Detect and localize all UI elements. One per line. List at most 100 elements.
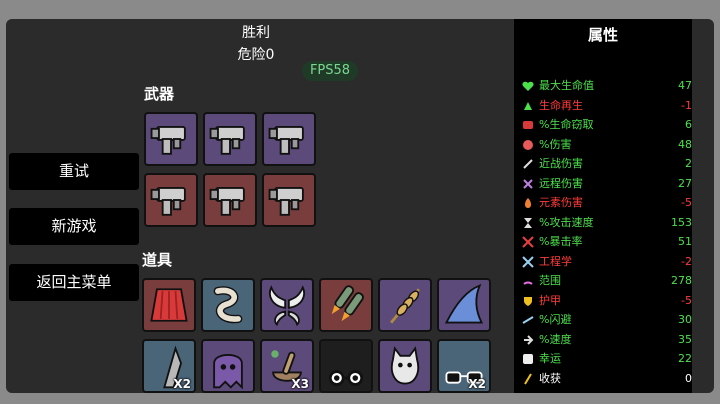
- weapon-slot[interactable]: [262, 112, 316, 166]
- items-section-title: 道具: [142, 251, 173, 269]
- regen-icon: [524, 101, 532, 110]
- item-slot[interactable]: [319, 339, 373, 393]
- elemental-flame-icon: [525, 198, 531, 208]
- speed-icon: [524, 334, 534, 345]
- item-count: X3: [291, 377, 309, 391]
- blaster-gun-icon: [268, 126, 304, 155]
- stat-row: 工程学 -2: [522, 253, 692, 271]
- retry-button[interactable]: 重试: [9, 153, 139, 190]
- stat-value: 47: [678, 79, 692, 92]
- glasses-icon: [328, 370, 364, 386]
- stat-row: 生命再生 -1: [522, 97, 692, 115]
- stat-label: 幸运: [539, 352, 561, 365]
- stat-value: -5: [681, 196, 692, 209]
- stat-row: 远程伤害 27: [522, 175, 692, 193]
- blaster-gun-icon: [150, 126, 186, 155]
- weapon-slot[interactable]: [144, 173, 198, 227]
- stat-row: 幸运 22: [522, 350, 692, 368]
- stats-title: 属性: [587, 26, 618, 44]
- weapons-section-title: 武器: [144, 85, 175, 103]
- stat-label: 近战伤害: [539, 157, 583, 170]
- item-slot[interactable]: X2: [142, 339, 196, 393]
- stat-row: 元素伤害 -5: [522, 194, 692, 212]
- stat-label: %生命窃取: [539, 118, 594, 131]
- stat-value: -2: [681, 254, 692, 268]
- stat-value: 22: [678, 352, 692, 365]
- stat-label: 护甲: [539, 293, 561, 307]
- harvest-icon: [524, 372, 532, 385]
- item-slot[interactable]: [378, 278, 432, 332]
- weapon-slot[interactable]: [203, 173, 257, 227]
- item-slot[interactable]: [260, 278, 314, 332]
- weapon-slot[interactable]: [262, 173, 316, 227]
- main-menu-button[interactable]: 返回主菜单: [9, 264, 139, 301]
- stat-row: %伤害 48: [522, 136, 692, 154]
- blaster-gun-icon: [268, 187, 304, 216]
- stat-label: 范围: [539, 274, 561, 287]
- stat-value: 2: [685, 157, 692, 170]
- blaster-gun-icon: [209, 187, 245, 216]
- cat-icon: [390, 346, 420, 385]
- weapon-slot[interactable]: [203, 112, 257, 166]
- stat-value: -5: [681, 293, 692, 307]
- stat-value: 51: [678, 235, 692, 248]
- item-slot[interactable]: [437, 278, 491, 332]
- new-game-button[interactable]: 新游戏: [9, 208, 139, 245]
- larva-worm-icon: [213, 286, 243, 324]
- stat-value: 35: [678, 332, 692, 346]
- blaster-gun-icon: [150, 187, 186, 216]
- item-slot[interactable]: X2: [437, 339, 491, 393]
- melee-sword-icon: [523, 159, 533, 169]
- stat-row: %生命窃取 6: [522, 116, 692, 134]
- stat-row: %闪避 30: [522, 311, 692, 329]
- danger-level-text: 危险0: [237, 47, 275, 63]
- item-count: X2: [468, 377, 486, 391]
- stat-label: %伤害: [539, 137, 572, 151]
- blaster-gun-icon: [209, 126, 245, 155]
- angel-wings-icon: [268, 285, 306, 327]
- wheat-icon: [390, 288, 420, 324]
- stat-row: %速度 35: [522, 331, 692, 349]
- item-slot[interactable]: [201, 339, 255, 393]
- item-slot[interactable]: [142, 278, 196, 332]
- item-slot[interactable]: [201, 278, 255, 332]
- stat-label: %攻击速度: [539, 215, 594, 229]
- stat-row: 范围 278: [522, 272, 692, 290]
- stat-row: 收获 0: [522, 370, 692, 388]
- stat-label: 生命再生: [539, 98, 583, 112]
- stat-label: 工程学: [539, 254, 572, 268]
- shark-fin-icon: [444, 283, 484, 324]
- heart-icon: [522, 81, 534, 91]
- item-slot[interactable]: X3: [260, 339, 314, 393]
- stat-value: 153: [671, 215, 692, 229]
- run-result-text: 胜利: [242, 25, 270, 41]
- stat-label: 远程伤害: [539, 176, 583, 190]
- range-icon: [523, 281, 533, 285]
- lifesteal-icon: [523, 121, 533, 129]
- item-count: X2: [173, 377, 191, 391]
- crit-icon: [522, 236, 534, 248]
- stat-value: -1: [681, 98, 692, 112]
- stat-label: 最大生命值: [539, 79, 594, 92]
- stat-label: 收获: [539, 371, 561, 385]
- item-slot[interactable]: [319, 278, 373, 332]
- stat-value: 278: [671, 274, 692, 287]
- stat-row: %攻击速度 153: [522, 214, 692, 232]
- ranged-icon: [523, 178, 533, 189]
- stat-label: %暴击率: [539, 235, 583, 248]
- stat-row: %暴击率 51: [522, 233, 692, 251]
- stat-value: 48: [678, 137, 692, 151]
- armor-shield-icon: [524, 296, 532, 306]
- end-run-panel: 胜利 危险0 FPS58 重试 新游戏 返回主菜单 武器 道具 X2 X3 X2…: [6, 19, 714, 393]
- weapon-slot[interactable]: [144, 112, 198, 166]
- stats-panel: 属性 最大生命值 47 生命再生 -1 %生命窃取 6 %伤害 48 近战伤害 2 远程伤害 27 元素…: [514, 19, 692, 393]
- stat-label: %闪避: [539, 313, 572, 326]
- hourglass-icon: [524, 217, 532, 228]
- stat-row: 最大生命值 47: [522, 77, 692, 95]
- red-cape-icon: [150, 288, 188, 322]
- engineering-icon: [522, 255, 534, 268]
- stat-value: 0: [685, 371, 692, 385]
- item-slot[interactable]: [378, 339, 432, 393]
- stat-value: 27: [678, 176, 692, 190]
- fps-counter: FPS58: [302, 61, 358, 81]
